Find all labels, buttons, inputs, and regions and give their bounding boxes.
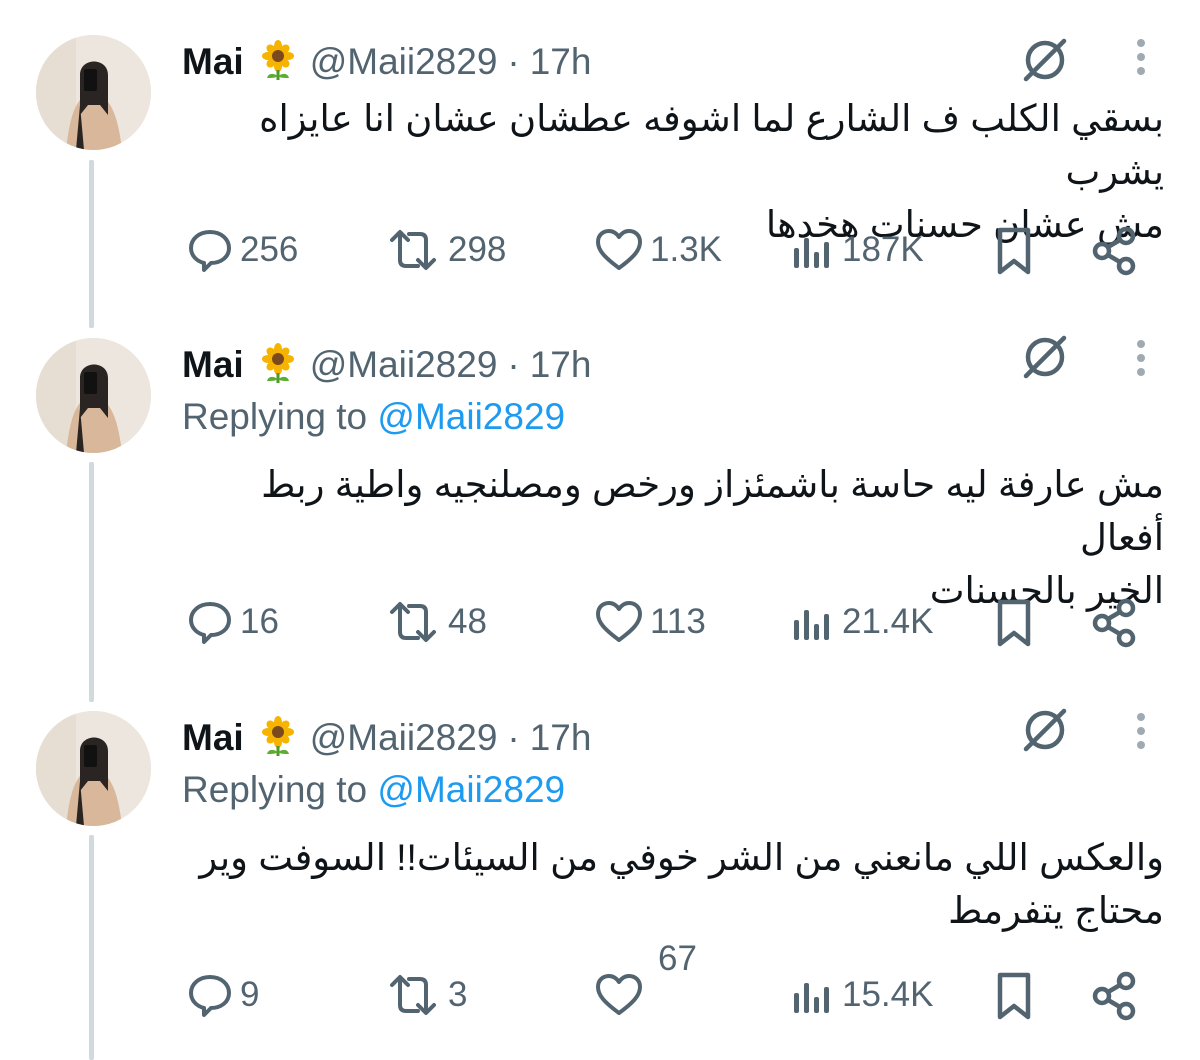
separator-dot: ·: [507, 717, 520, 758]
repost-button[interactable]: 3: [384, 967, 467, 1023]
tweet-text-line: والعكس اللي مانعني من الشر خوفي من السيئ…: [199, 837, 1164, 878]
user-handle[interactable]: @Maii2829: [310, 717, 498, 759]
like-count: 67: [658, 939, 697, 978]
views-icon: [794, 983, 829, 1013]
tweet-text: والعكس اللي مانعني من الشر خوفي من السيئ…: [174, 831, 1164, 937]
repost-icon: [390, 975, 436, 1015]
repost-count: 3: [448, 975, 468, 1014]
tweet-actions: 9 3 67 15.4K: [0, 939, 1200, 1028]
mention-link[interactable]: @Maii2829: [377, 769, 565, 810]
share-button[interactable]: [1088, 969, 1140, 1028]
replying-label: Replying to: [182, 769, 368, 810]
reply-count: 9: [240, 975, 260, 1014]
bookmark-button[interactable]: [992, 969, 1036, 1028]
reply-button[interactable]: 9: [186, 967, 259, 1023]
timestamp[interactable]: 17h: [530, 717, 592, 759]
share-icon: [1092, 971, 1136, 1021]
view-count: 15.4K: [842, 975, 934, 1014]
bookmark-icon: [997, 972, 1031, 1020]
views-button[interactable]: 15.4K: [788, 967, 933, 1023]
grok-icon[interactable]: [1018, 703, 1072, 757]
like-icon: [596, 974, 642, 1015]
replying-to: Replying to @Maii2829: [182, 769, 565, 811]
like-button[interactable]: 67: [594, 939, 697, 1023]
reply-icon: [189, 975, 231, 1017]
tweet[interactable]: Mai @Maii2829 · 17h: [0, 0, 1200, 1060]
more-icon[interactable]: [1128, 707, 1154, 761]
display-name[interactable]: Mai: [182, 717, 244, 759]
tweet-text-line: محتاج يتفرمط: [948, 890, 1164, 931]
avatar[interactable]: [36, 711, 151, 826]
sunflower-emoji: [258, 716, 298, 761]
